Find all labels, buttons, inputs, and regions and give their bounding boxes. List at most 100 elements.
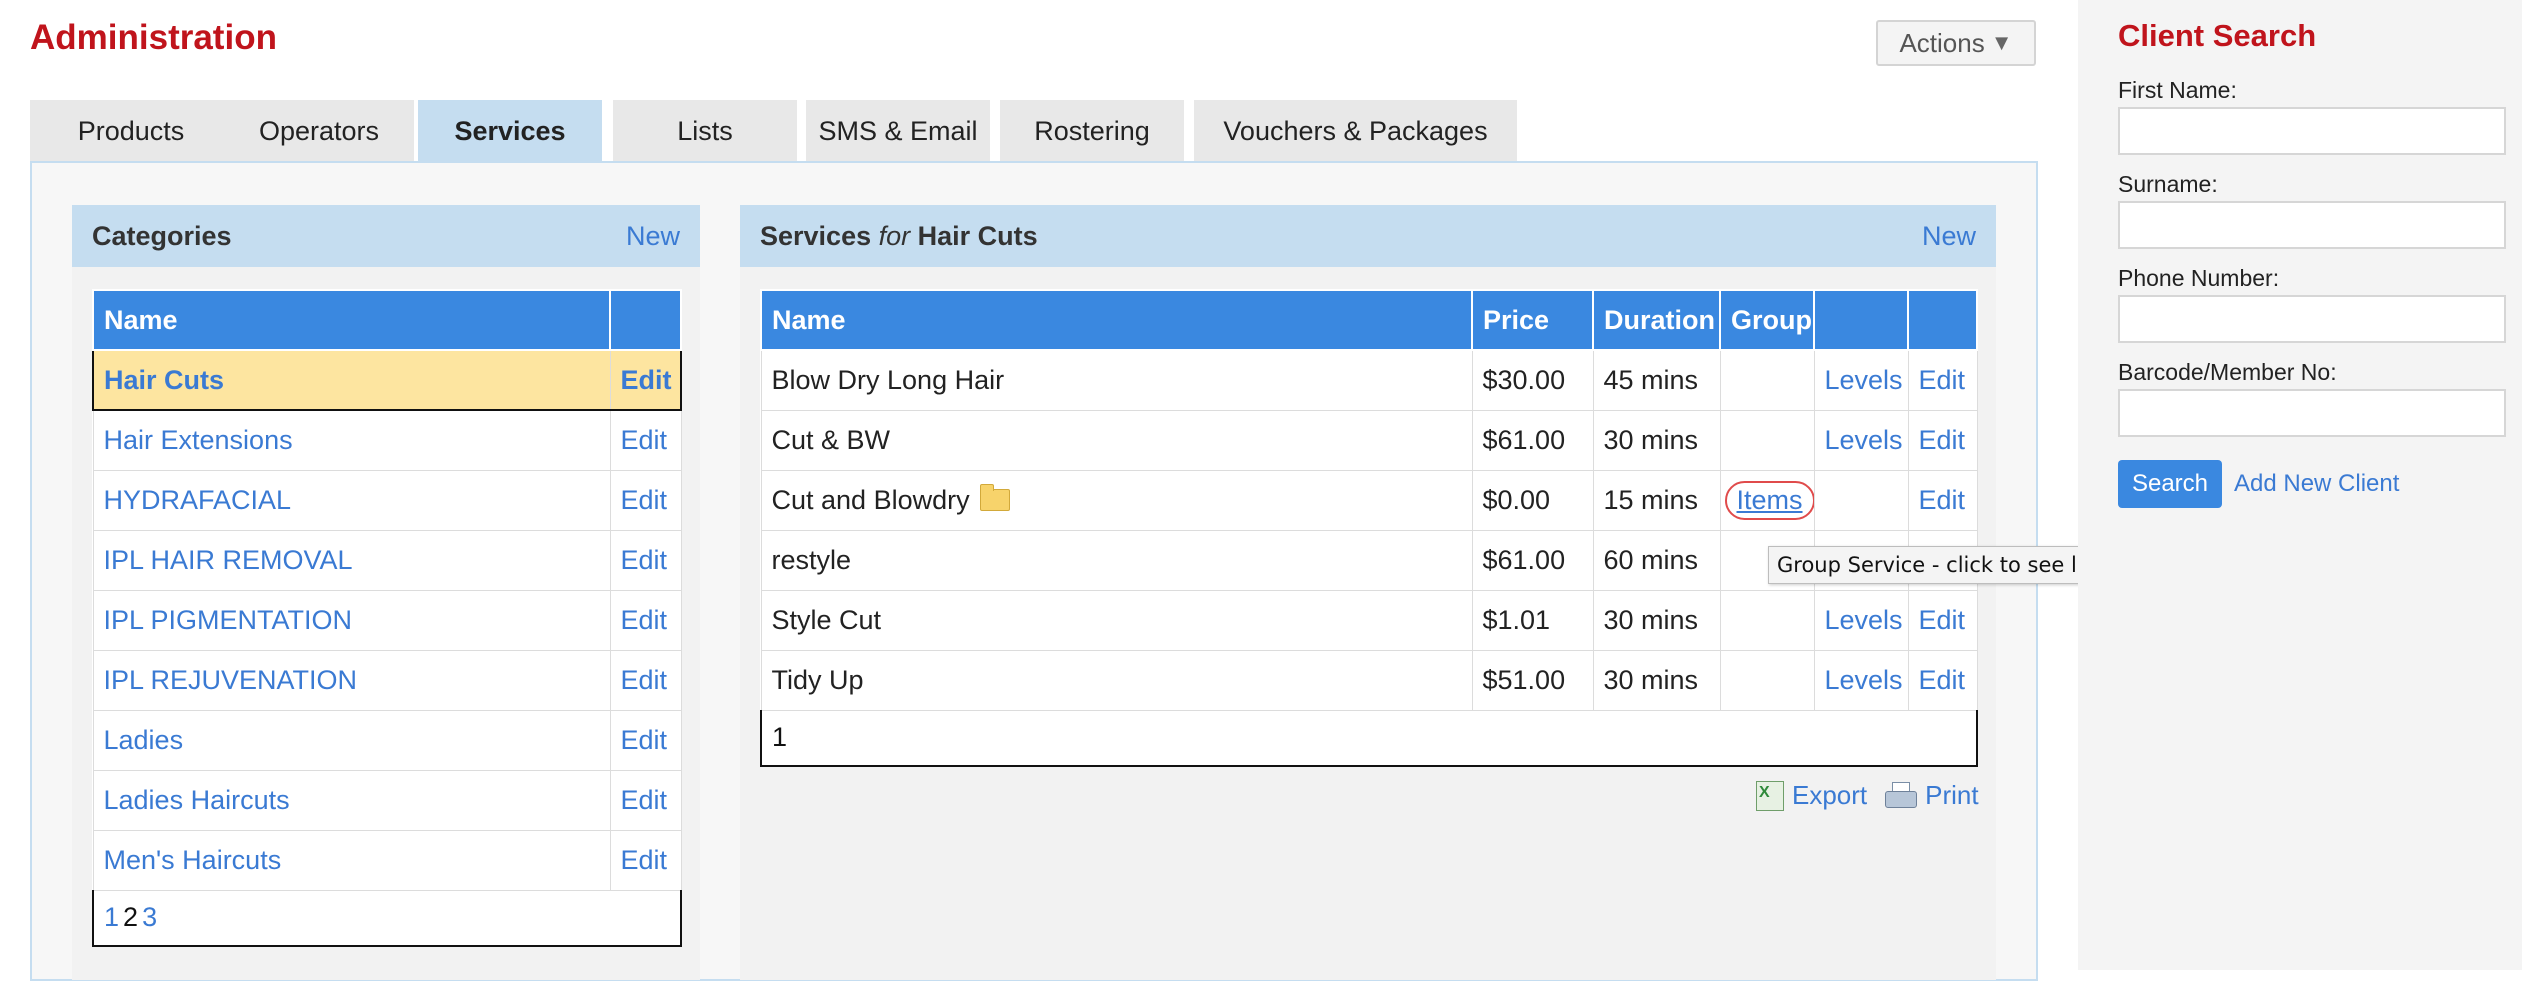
service-group	[1719, 589, 1815, 651]
table-row[interactable]: Cut & BW $61.00 30 mins Levels Edit	[760, 409, 1978, 471]
service-duration: 15 mins	[1592, 469, 1721, 531]
category-name-link[interactable]: Hair Cuts	[92, 349, 611, 411]
new-category-link[interactable]: New	[626, 205, 680, 267]
service-price: $61.00	[1471, 409, 1594, 471]
table-row[interactable]: IPL PIGMENTATION Edit	[92, 589, 682, 651]
tab-services[interactable]: Services	[418, 100, 602, 162]
category-name-link[interactable]: IPL PIGMENTATION	[92, 589, 611, 651]
new-service-link[interactable]: New	[1922, 205, 1976, 267]
add-new-client-link[interactable]: Add New Client	[2234, 470, 2399, 498]
first-name-label: First Name:	[2118, 77, 2237, 103]
edit-link[interactable]: Edit	[609, 769, 682, 831]
edit-link[interactable]: Edit	[1907, 469, 1978, 531]
print-link[interactable]: Print	[1885, 780, 1979, 811]
tab-products[interactable]: Products	[30, 100, 232, 162]
levels-link[interactable]: Levels	[1813, 649, 1909, 711]
excel-export-icon	[1756, 780, 1784, 811]
edit-link[interactable]: Edit	[609, 529, 682, 591]
table-row[interactable]: Blow Dry Long Hair $30.00 45 mins Levels…	[760, 349, 1978, 411]
first-name-input[interactable]	[2118, 107, 2506, 155]
service-group	[1719, 349, 1815, 411]
service-duration: 30 mins	[1592, 409, 1721, 471]
edit-link[interactable]: Edit	[1907, 409, 1978, 471]
service-name: restyle	[760, 529, 1473, 591]
edit-link[interactable]: Edit	[609, 649, 682, 711]
tab-sms-email[interactable]: SMS & Email	[806, 100, 990, 162]
table-row[interactable]: Tidy Up $51.00 30 mins Levels Edit	[760, 649, 1978, 711]
category-name-link[interactable]: Ladies Haircuts	[92, 769, 611, 831]
admin-main: Administration Actions ▼ Products Operat…	[0, 0, 2297, 981]
levels-link[interactable]: Levels	[1813, 349, 1909, 411]
pagination-row: 123	[92, 889, 682, 947]
service-price: $0.00	[1471, 469, 1594, 531]
edit-link[interactable]: Edit	[609, 589, 682, 651]
services-table: Name Price Duration Group Blow Dry Long …	[760, 289, 1978, 767]
table-row[interactable]: Style Cut $1.01 30 mins Levels Edit	[760, 589, 1978, 651]
categories-table: Name Hair Cuts Edit Hair Extensions Edit…	[92, 289, 682, 947]
export-link[interactable]: Export	[1756, 780, 1867, 811]
page-title: Administration	[30, 18, 277, 57]
search-button[interactable]: Search	[2118, 460, 2222, 508]
tab-operators[interactable]: Operators	[224, 100, 414, 162]
folder-icon	[979, 483, 1010, 511]
edit-link[interactable]: Edit	[609, 409, 682, 471]
page-link-1[interactable]: 1	[104, 902, 119, 932]
edit-link[interactable]: Edit	[609, 469, 682, 531]
table-row[interactable]: Cut and Blowdry $0.00 15 mins Items Edit	[760, 469, 1978, 531]
levels-link[interactable]: Levels	[1813, 589, 1909, 651]
service-duration: 60 mins	[1592, 529, 1721, 591]
categories-panel: Categories New Name Hair Cuts Edit Hair …	[72, 205, 700, 980]
tab-rostering[interactable]: Rostering	[1000, 100, 1184, 162]
surname-input[interactable]	[2118, 201, 2506, 249]
export-print-links: Export Print	[1756, 780, 1979, 811]
service-duration: 30 mins	[1592, 649, 1721, 711]
table-row[interactable]: HYDRAFACIAL Edit	[92, 469, 682, 531]
client-search-title: Client Search	[2118, 18, 2317, 53]
phone-number-input[interactable]	[2118, 295, 2506, 343]
barcode-input[interactable]	[2118, 389, 2506, 437]
table-row[interactable]: Ladies Edit	[92, 709, 682, 771]
column-header-price[interactable]: Price	[1471, 289, 1594, 351]
barcode-label: Barcode/Member No:	[2118, 359, 2337, 385]
service-name: Cut and Blowdry	[771, 484, 970, 515]
service-name: Style Cut	[760, 589, 1473, 651]
table-row[interactable]: Men's Haircuts Edit	[92, 829, 682, 891]
actions-button[interactable]: Actions ▼	[1876, 20, 2036, 66]
export-label: Export	[1792, 780, 1868, 810]
service-group-cell: Items	[1719, 469, 1815, 531]
edit-link[interactable]: Edit	[609, 829, 682, 891]
edit-link[interactable]: Edit	[609, 349, 682, 411]
table-row[interactable]: IPL REJUVENATION Edit	[92, 649, 682, 711]
table-row[interactable]: Hair Cuts Edit	[92, 349, 682, 411]
column-header-group[interactable]: Group	[1719, 289, 1815, 351]
column-header-edit	[1907, 289, 1978, 351]
edit-link[interactable]: Edit	[1907, 589, 1978, 651]
column-header-levels	[1813, 289, 1909, 351]
category-name-link[interactable]: HYDRAFACIAL	[92, 469, 611, 531]
tab-vouchers-packages[interactable]: Vouchers & Packages	[1194, 100, 1517, 162]
service-duration: 30 mins	[1592, 589, 1721, 651]
page-link-3[interactable]: 3	[142, 902, 157, 932]
category-name-link[interactable]: IPL HAIR REMOVAL	[92, 529, 611, 591]
column-header-name[interactable]: Name	[92, 289, 611, 351]
table-header-row: Name Price Duration Group	[760, 289, 1978, 351]
category-name-link[interactable]: Ladies	[92, 709, 611, 771]
levels-link	[1813, 469, 1909, 531]
column-header-name[interactable]: Name	[760, 289, 1473, 351]
edit-link[interactable]: Edit	[1907, 649, 1978, 711]
category-name-link[interactable]: IPL REJUVENATION	[92, 649, 611, 711]
category-name-link[interactable]: Hair Extensions	[92, 409, 611, 471]
service-name: Blow Dry Long Hair	[760, 349, 1473, 411]
group-items-link[interactable]: Items	[1724, 480, 1813, 520]
table-row[interactable]: IPL HAIR REMOVAL Edit	[92, 529, 682, 591]
service-name: Cut & BW	[760, 409, 1473, 471]
edit-link[interactable]: Edit	[609, 709, 682, 771]
table-row[interactable]: Ladies Haircuts Edit	[92, 769, 682, 831]
edit-link[interactable]: Edit	[1907, 349, 1978, 411]
table-row[interactable]: Hair Extensions Edit	[92, 409, 682, 471]
column-header-duration[interactable]: Duration	[1592, 289, 1721, 351]
category-name-link[interactable]: Men's Haircuts	[92, 829, 611, 891]
pagination-row: 1	[760, 709, 1978, 767]
tab-lists[interactable]: Lists	[613, 100, 797, 162]
levels-link[interactable]: Levels	[1813, 409, 1909, 471]
